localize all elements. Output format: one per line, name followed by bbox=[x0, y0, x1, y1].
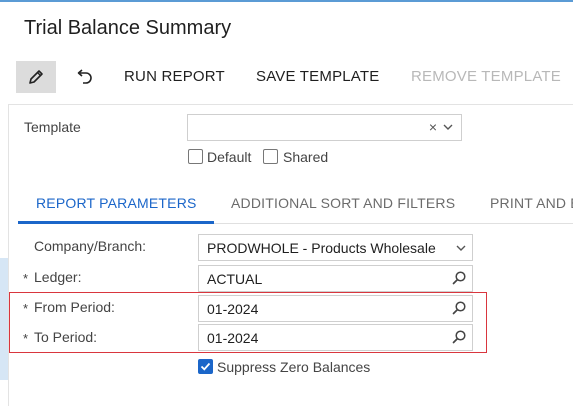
search-icon[interactable] bbox=[451, 270, 467, 286]
toolbar: RUN REPORT SAVE TEMPLATE REMOVE TEMPLATE bbox=[0, 58, 573, 96]
pencil-icon bbox=[29, 70, 43, 84]
company-branch-select[interactable]: PRODWHOLE - Products Wholesale bbox=[198, 234, 473, 261]
ledger-label: Ledger: bbox=[34, 269, 82, 285]
active-tab-indicator bbox=[18, 221, 214, 224]
undo-button[interactable] bbox=[64, 61, 104, 93]
remove-template-button[interactable]: REMOVE TEMPLATE bbox=[411, 68, 561, 85]
top-accent-line bbox=[0, 0, 573, 2]
shared-checkbox[interactable] bbox=[263, 149, 278, 164]
template-label: Template bbox=[24, 119, 81, 135]
suppress-zero-balances-checkbox[interactable] bbox=[198, 359, 213, 374]
undo-icon bbox=[77, 69, 92, 84]
save-template-button[interactable]: SAVE TEMPLATE bbox=[256, 68, 379, 85]
tab-report-parameters[interactable]: REPORT PARAMETERS bbox=[36, 195, 197, 211]
suppress-zero-balances-label: Suppress Zero Balances bbox=[217, 359, 371, 375]
shared-checkbox-label: Shared bbox=[283, 149, 329, 165]
tab-print-and-email[interactable]: PRINT AND E bbox=[490, 195, 573, 211]
default-checkbox-label: Default bbox=[207, 149, 252, 165]
ledger-value: ACTUAL bbox=[207, 271, 263, 287]
chevron-down-icon[interactable] bbox=[442, 121, 454, 133]
default-checkbox[interactable] bbox=[188, 149, 203, 164]
run-report-button[interactable]: RUN REPORT bbox=[124, 68, 225, 85]
company-branch-label: Company/Branch: bbox=[34, 238, 147, 254]
checkmark-icon bbox=[200, 362, 211, 371]
edit-button[interactable] bbox=[16, 61, 56, 93]
company-branch-value: PRODWHOLE - Products Wholesale bbox=[207, 240, 436, 256]
ledger-field[interactable]: ACTUAL bbox=[198, 265, 473, 292]
tab-bar: REPORT PARAMETERS ADDITIONAL SORT AND FI… bbox=[18, 186, 573, 224]
page-title: Trial Balance Summary bbox=[24, 17, 232, 39]
left-side-strip bbox=[0, 258, 8, 380]
highlight-box bbox=[9, 292, 487, 353]
required-mark: * bbox=[23, 271, 29, 286]
clear-icon[interactable]: × bbox=[429, 119, 437, 135]
tab-additional-sort-and-filters[interactable]: ADDITIONAL SORT AND FILTERS bbox=[231, 195, 455, 211]
chevron-down-icon[interactable] bbox=[455, 242, 467, 254]
template-select[interactable]: × bbox=[187, 114, 462, 141]
